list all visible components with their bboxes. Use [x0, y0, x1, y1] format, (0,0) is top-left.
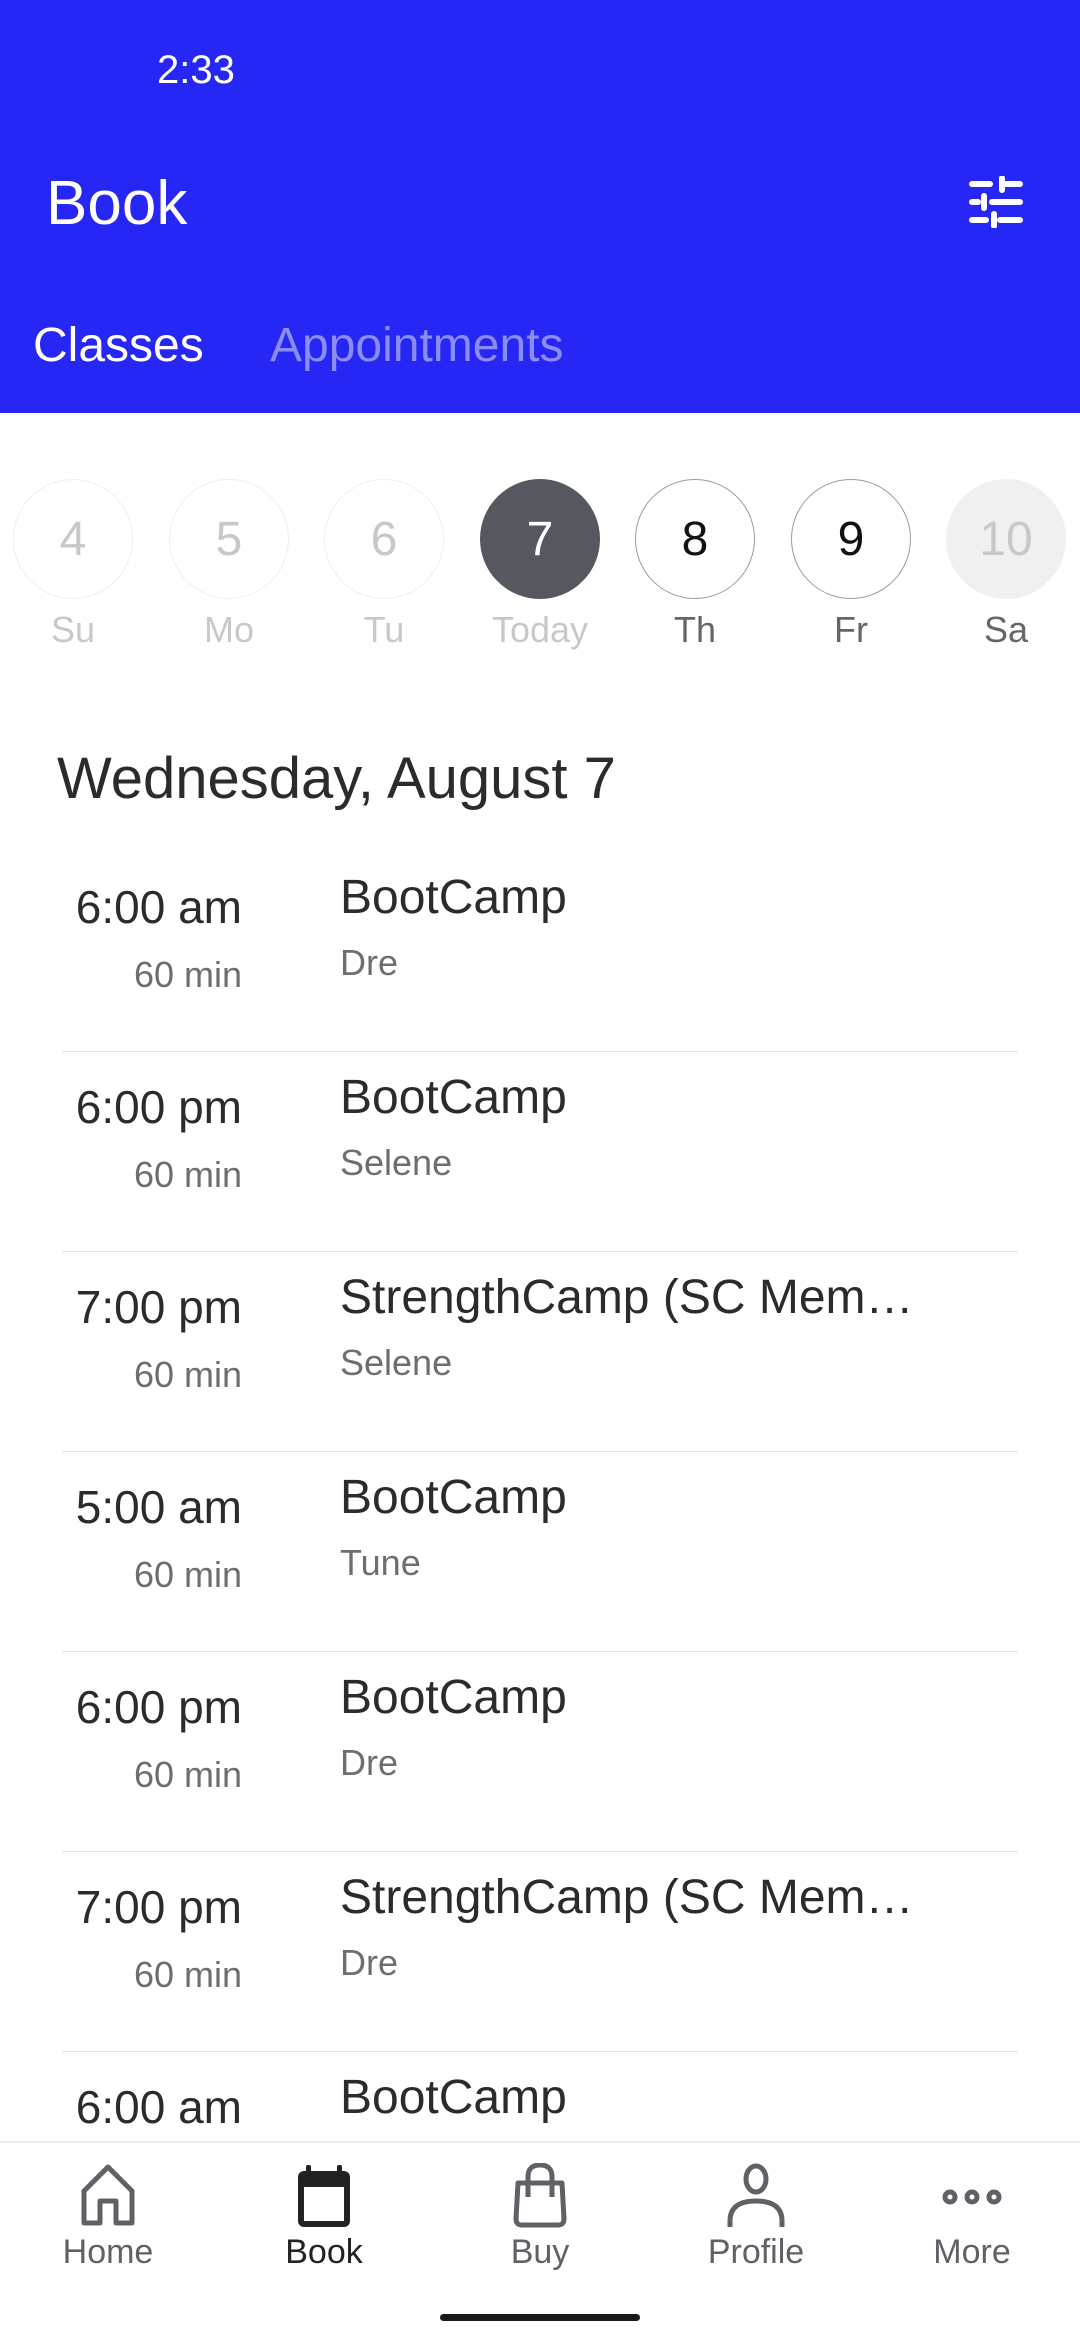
- nav-more[interactable]: More: [864, 2163, 1080, 2272]
- class-name: BootCamp: [340, 2071, 567, 2124]
- person-icon: [727, 2163, 785, 2227]
- class-time: 7:00 pm: [75, 1881, 242, 1933]
- class-time: 6:00 pm: [75, 1081, 242, 1133]
- class-time: 6:00 am: [75, 2081, 242, 2133]
- class-duration: 60 min: [133, 954, 242, 995]
- class-instructor: Dre: [340, 1742, 399, 1783]
- day-tu: 6 Tu: [324, 479, 444, 651]
- day-today[interactable]: 7 Today: [480, 479, 600, 651]
- day-label: Today: [491, 609, 589, 650]
- day-fr[interactable]: 9 Fr: [791, 479, 911, 651]
- class-name: StrengthCamp (SC Mem…: [340, 1871, 914, 1924]
- day-label: Th: [673, 609, 716, 650]
- class-name: BootCamp: [340, 1071, 567, 1124]
- home-icon: [81, 2164, 135, 2226]
- day-sa: 10 Sa: [946, 479, 1066, 651]
- status-time: 2:33: [157, 48, 235, 92]
- class-row[interactable]: 6:00 pm 60 min BootCamp Selene: [0, 1052, 1080, 1252]
- day-number: 10: [946, 479, 1066, 599]
- more-dots-icon: [942, 2189, 1002, 2205]
- class-time: 6:00 am: [75, 881, 242, 933]
- day-th[interactable]: 8 Th: [635, 479, 755, 651]
- class-name: BootCamp: [340, 871, 567, 924]
- day-label: Mo: [203, 609, 254, 650]
- class-duration: 60 min: [133, 1754, 242, 1795]
- class-row[interactable]: 5:00 am 60 min BootCamp Tune: [0, 1452, 1080, 1652]
- class-name: BootCamp: [340, 1671, 567, 1724]
- nav-buy[interactable]: Buy: [432, 2163, 648, 2272]
- page-title: Book: [46, 169, 188, 238]
- app-header: 2:33 Book Classes Appointments: [0, 0, 1080, 413]
- class-instructor: Dre: [340, 942, 399, 983]
- class-duration: 60 min: [133, 1354, 242, 1395]
- day-number: 4: [13, 479, 133, 599]
- class-row[interactable]: 7:00 pm 60 min StrengthCamp (SC Mem… Sel…: [0, 1252, 1080, 1452]
- class-row[interactable]: 7:00 pm 60 min StrengthCamp (SC Mem… Dre: [0, 1852, 1080, 2052]
- class-duration: 60 min: [133, 1554, 242, 1595]
- day-number: 7: [480, 479, 600, 599]
- tab-appointments[interactable]: Appointments: [270, 318, 564, 373]
- day-mo: 5 Mo: [169, 479, 289, 651]
- day-label: Fr: [834, 609, 868, 650]
- sliders-icon[interactable]: [968, 176, 1024, 228]
- day-label: Su: [50, 609, 96, 650]
- home-indicator[interactable]: [440, 2314, 640, 2321]
- tab-classes[interactable]: Classes: [33, 318, 204, 373]
- class-instructor: Selene: [340, 1342, 453, 1383]
- bottom-nav: Home Book Buy Profile More: [0, 2141, 1080, 2340]
- class-instructor: Selene: [340, 1142, 453, 1183]
- class-name: BootCamp: [340, 1471, 567, 1524]
- nav-book[interactable]: Book: [216, 2163, 432, 2272]
- day-su: 4 Su: [13, 479, 133, 651]
- day-label: Tu: [363, 609, 405, 650]
- nav-home[interactable]: Home: [0, 2163, 216, 2272]
- class-instructor: Tune: [340, 1542, 421, 1583]
- class-duration: 60 min: [133, 1954, 242, 1995]
- class-time: 6:00 pm: [75, 1681, 242, 1733]
- day-number: 8: [635, 479, 755, 599]
- shopping-bag-icon: [513, 2163, 567, 2228]
- day-label: Sa: [983, 609, 1029, 650]
- day-number: 5: [169, 479, 289, 599]
- class-instructor: Dre: [340, 1942, 399, 1983]
- class-duration: 60 min: [133, 1154, 242, 1195]
- class-row[interactable]: 6:00 pm 60 min BootCamp Dre: [0, 1652, 1080, 1852]
- class-time: 7:00 pm: [75, 1281, 242, 1333]
- day-number: 9: [791, 479, 911, 599]
- class-time: 5:00 am: [75, 1481, 242, 1533]
- calendar-icon: [298, 2165, 350, 2227]
- class-name: StrengthCamp (SC Mem…: [340, 1271, 914, 1324]
- day-number: 6: [324, 479, 444, 599]
- nav-profile[interactable]: Profile: [648, 2163, 864, 2272]
- class-row[interactable]: 6:00 am 60 min BootCamp Dre: [0, 852, 1080, 1052]
- date-heading: Wednesday, August 7: [57, 746, 616, 811]
